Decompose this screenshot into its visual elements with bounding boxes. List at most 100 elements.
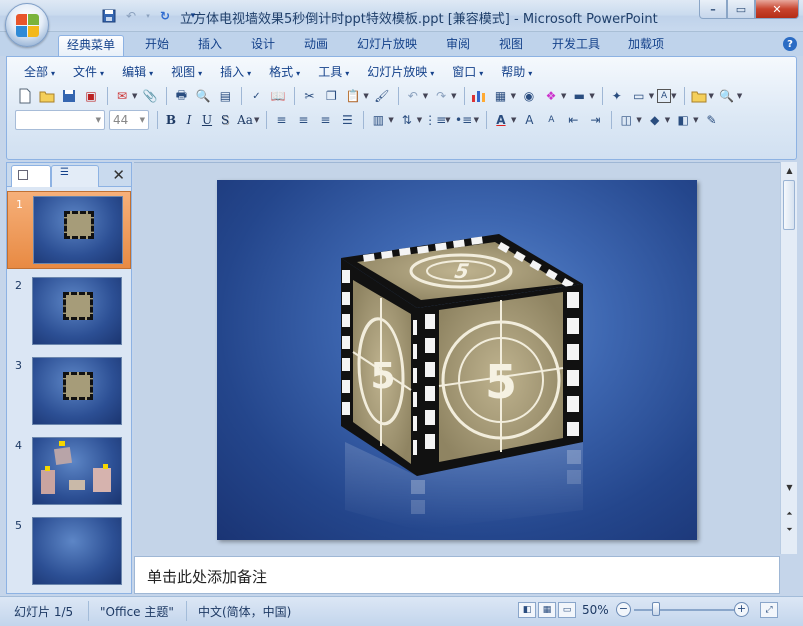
dropdown-arrow-icon[interactable]: ▼ — [709, 92, 714, 100]
permission-icon[interactable]: ▣ — [81, 86, 101, 106]
dropdown-arrow-icon[interactable]: ▼ — [451, 92, 456, 100]
zoom-icon[interactable]: 🔍 — [717, 86, 737, 106]
office-button[interactable] — [5, 3, 49, 47]
tab-insert[interactable]: 插入 — [190, 35, 230, 56]
font-name-select[interactable]: ▼ — [15, 110, 105, 130]
undo-icon[interactable]: ↶ — [403, 86, 423, 106]
menu-tools[interactable]: 工具 ▾ — [309, 63, 358, 80]
align-center-icon[interactable]: ≡ — [293, 110, 313, 130]
scroll-up-icon[interactable]: ▲ — [782, 163, 797, 178]
menu-edit[interactable]: 编辑 ▾ — [113, 63, 162, 80]
shrink-font-icon[interactable]: A — [541, 110, 561, 130]
dropdown-arrow-icon[interactable]: ▼ — [423, 92, 428, 100]
tab-animations[interactable]: 动画 — [296, 35, 336, 56]
dropdown-arrow-icon[interactable]: ▼ — [511, 116, 516, 124]
new-slide-icon[interactable]: ✦ — [607, 86, 627, 106]
cut-icon[interactable]: ✂ — [299, 86, 319, 106]
change-case-button[interactable]: Aa — [234, 111, 256, 129]
decrease-indent-icon[interactable]: ⇤ — [563, 110, 583, 130]
tab-home[interactable]: 开始 — [137, 35, 177, 56]
tab-addins[interactable]: 加载项 — [620, 35, 672, 56]
tab-classic-menu[interactable]: 经典菜单 — [58, 35, 125, 56]
font-size-select[interactable]: 44 ▼ — [109, 110, 149, 130]
tab-design[interactable]: 设计 — [243, 35, 283, 56]
undo-dropdown-icon[interactable]: ▾ — [144, 7, 152, 25]
next-slide-icon[interactable]: ⏷ — [782, 522, 797, 537]
slide-sorter-button[interactable]: ▦ — [538, 602, 556, 618]
folder-icon[interactable] — [689, 86, 709, 106]
copy-icon[interactable]: ❐ — [321, 86, 341, 106]
open-folder-icon[interactable] — [37, 86, 57, 106]
print-icon[interactable]: 🖶 — [171, 86, 191, 106]
layout-icon[interactable]: ▤ — [215, 86, 235, 106]
dropdown-arrow-icon[interactable]: ▼ — [649, 92, 654, 100]
menu-slideshow[interactable]: 幻灯片放映 ▾ — [358, 63, 443, 80]
close-panel-icon[interactable]: ✕ — [112, 166, 125, 184]
align-right-icon[interactable]: ≡ — [315, 110, 335, 130]
scroll-down-icon[interactable]: ▼ — [782, 480, 797, 495]
previous-slide-icon[interactable]: ⏶ — [782, 506, 797, 521]
redo-icon[interactable]: ↻ — [156, 7, 174, 25]
dropdown-arrow-icon[interactable]: ▼ — [737, 92, 742, 100]
dropdown-arrow-icon[interactable]: ▼ — [636, 116, 641, 124]
dropdown-arrow-icon[interactable]: ▼ — [445, 116, 450, 124]
menu-insert[interactable]: 插入 ▾ — [211, 63, 260, 80]
menu-file[interactable]: 文件 ▾ — [64, 63, 113, 80]
slide-thumbnail[interactable]: 2 — [7, 273, 131, 351]
justify-icon[interactable]: ☰ — [337, 110, 357, 130]
paste-icon[interactable]: 📋 — [343, 86, 363, 106]
menu-help[interactable]: 帮助 ▾ — [492, 63, 541, 80]
dropdown-arrow-icon[interactable]: ▼ — [671, 92, 676, 100]
menu-window[interactable]: 窗口 ▾ — [443, 63, 492, 80]
zoom-slider-thumb[interactable] — [652, 602, 660, 616]
email-icon[interactable]: ✉ — [112, 86, 132, 106]
zoom-slider[interactable] — [634, 609, 734, 611]
textbox-icon[interactable]: A — [657, 89, 672, 103]
tab-slides[interactable] — [11, 165, 51, 187]
maximize-button[interactable]: ▭ — [727, 0, 755, 19]
shadow-button[interactable]: S — [216, 111, 234, 129]
dropdown-arrow-icon[interactable]: ▼ — [693, 116, 698, 124]
dropdown-arrow-icon[interactable]: ▼ — [474, 116, 479, 124]
tab-slideshow[interactable]: 幻灯片放映 — [349, 35, 425, 56]
menu-all[interactable]: 全部 ▾ — [15, 63, 64, 80]
research-icon[interactable]: 📖 — [268, 86, 288, 106]
underline-button[interactable]: U — [198, 111, 216, 129]
minimize-button[interactable]: – — [699, 0, 727, 19]
slide-thumbnail[interactable]: 5 — [7, 513, 131, 591]
fit-to-window-icon[interactable]: ⤢ — [760, 602, 778, 618]
spelling-icon[interactable]: ✓ — [246, 86, 266, 106]
slide-thumbnail[interactable]: 1 — [7, 191, 131, 269]
dropdown-arrow-icon[interactable]: ▼ — [589, 92, 594, 100]
dropdown-arrow-icon[interactable]: ▼ — [254, 116, 259, 124]
save-icon[interactable] — [59, 86, 79, 106]
shape-fill-icon[interactable]: ◧ — [673, 110, 693, 130]
undo-icon[interactable]: ↶ — [122, 7, 140, 25]
italic-button[interactable]: I — [180, 111, 198, 129]
dropdown-arrow-icon[interactable]: ▼ — [417, 116, 422, 124]
bold-button[interactable]: B — [162, 111, 180, 129]
attach-icon[interactable]: 📎 — [140, 86, 160, 106]
zoom-level[interactable]: 50% — [582, 603, 609, 617]
close-button[interactable]: ✕ — [755, 0, 799, 19]
menu-view[interactable]: 视图 ▾ — [162, 63, 211, 80]
color-scheme-icon[interactable]: ❖ — [541, 86, 561, 106]
table-icon[interactable]: ▦ — [491, 86, 511, 106]
scroll-thumb[interactable] — [783, 180, 795, 230]
slide-canvas[interactable]: 5 5 5 — [217, 180, 697, 540]
zoom-out-icon[interactable]: − — [616, 602, 631, 617]
text-direction-icon[interactable]: ⇅ — [397, 110, 417, 130]
align-left-icon[interactable]: ≡ — [271, 110, 291, 130]
arrange-icon[interactable]: ◫ — [616, 110, 636, 130]
slideshow-view-button[interactable]: ▭ — [558, 602, 576, 618]
new-document-icon[interactable] — [15, 86, 35, 106]
tab-view[interactable]: 视图 — [491, 35, 531, 56]
dropdown-arrow-icon[interactable]: ▼ — [388, 116, 393, 124]
shapes-icon[interactable]: ◆ — [645, 110, 665, 130]
dropdown-arrow-icon[interactable]: ▼ — [363, 92, 368, 100]
slide-thumbnail[interactable]: 4 — [7, 433, 131, 511]
save-icon[interactable] — [100, 7, 118, 25]
tab-review[interactable]: 审阅 — [438, 35, 478, 56]
help-icon[interactable]: ? — [783, 37, 797, 51]
tab-outline[interactable]: ☰ — [51, 165, 99, 187]
